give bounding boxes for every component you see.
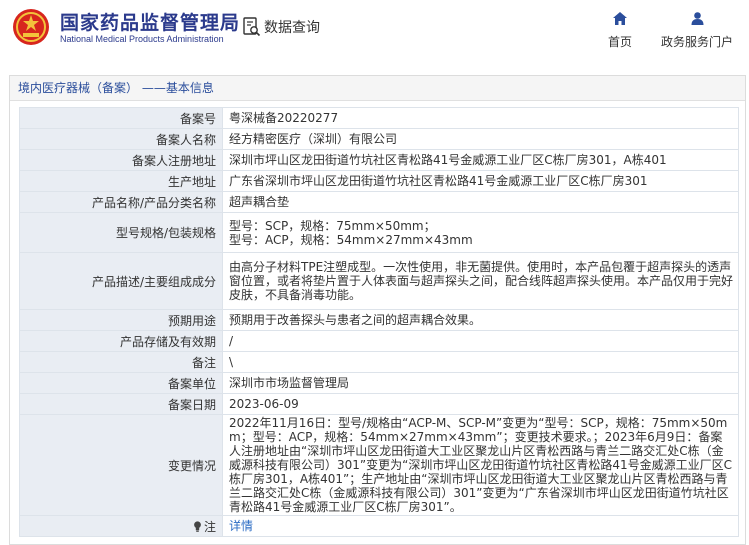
field-label: 备案日期	[19, 393, 223, 415]
table-row: 产品存储及有效期 /	[19, 330, 739, 352]
table-row: 注 详情	[19, 515, 739, 537]
field-value: 深圳市坪山区龙田街道竹坑社区青松路41号金威源工业厂区C栋厂房301，A栋401	[222, 149, 739, 171]
field-value: 经方精密医疗（深圳）有限公司	[222, 128, 739, 150]
field-value: 超声耦合垫	[222, 191, 739, 213]
field-label: 型号规格/包装规格	[19, 212, 223, 253]
data-query-label: 数据查询	[264, 20, 320, 36]
record-detail-panel: 境内医疗器械（备案） ——基本信息 备案号 粤深械备20220277 备案人名称…	[9, 75, 746, 545]
national-emblem-icon	[13, 9, 49, 45]
home-icon	[613, 12, 627, 25]
field-label: 变更情况	[19, 414, 223, 516]
field-label: 生产地址	[19, 170, 223, 192]
field-label: 备注	[19, 351, 223, 373]
field-label: 预期用途	[19, 309, 223, 331]
field-label: 备案单位	[19, 372, 223, 394]
field-value: 由高分子材料TPE注塑成型。一次性使用，非无菌提供。使用时，本产品包覆于超声探头…	[222, 252, 739, 310]
lightbulb-icon	[194, 520, 201, 532]
field-value: 广东省深圳市坪山区龙田街道竹坑社区青松路41号金威源工业厂区C栋厂房301	[222, 170, 739, 192]
table-row: 备案人注册地址 深圳市坪山区龙田街道竹坑社区青松路41号金威源工业厂区C栋厂房3…	[19, 149, 739, 171]
field-label: 备案人注册地址	[19, 149, 223, 171]
table-row: 备案号 粤深械备20220277	[19, 107, 739, 129]
table-row: 产品名称/产品分类名称 超声耦合垫	[19, 191, 739, 213]
field-label: 产品描述/主要组成成分	[19, 252, 223, 310]
nav-home-label: 首页	[607, 35, 632, 49]
field-label: 产品存储及有效期	[19, 330, 223, 352]
search-document-icon	[243, 17, 261, 37]
field-value: /	[222, 330, 739, 352]
field-value: 2023-06-09	[222, 393, 739, 415]
details-cell: 详情	[222, 515, 739, 537]
table-row: 预期用途 预期用于改善探头与患者之间的超声耦合效果。	[19, 309, 739, 331]
table-row: 备案单位 深圳市市场监督管理局	[19, 372, 739, 394]
nav-service-portal-label: 政务服务门户	[660, 35, 733, 49]
table-row: 生产地址 广东省深圳市坪山区龙田街道竹坑社区青松路41号金威源工业厂区C栋厂房3…	[19, 170, 739, 192]
panel-title: 境内医疗器械（备案） ——基本信息	[10, 76, 745, 101]
field-label: 备案号	[19, 107, 223, 129]
data-query-link[interactable]: 数据查询	[243, 16, 320, 38]
table-row: 备注 \	[19, 351, 739, 373]
site-brand-title[interactable]: 国家药品监督管理局	[60, 8, 240, 35]
table-row: 备案人名称 经方精密医疗（深圳）有限公司	[19, 128, 739, 150]
site-brand-subtitle: National Medical Products Administration	[60, 34, 224, 44]
field-label: 产品名称/产品分类名称	[19, 191, 223, 213]
details-link[interactable]: 详情	[229, 519, 253, 533]
field-label: 备案人名称	[19, 128, 223, 150]
field-label: 注	[203, 519, 216, 534]
table-row: 型号规格/包装规格 型号：SCP，规格：75mm×50mm； 型号：ACP，规格…	[19, 212, 739, 253]
field-value: 型号：SCP，规格：75mm×50mm； 型号：ACP，规格：54mm×27mm…	[222, 212, 739, 253]
nav-service-portal[interactable]: 政务服务门户	[656, 12, 738, 50]
table-row: 备案日期 2023-06-09	[19, 393, 739, 415]
field-value: 预期用于改善探头与患者之间的超声耦合效果。	[222, 309, 739, 331]
field-value: 2022年11月16日：型号/规格由“ACP-M、SCP-M”变更为“型号：SC…	[222, 414, 739, 516]
user-icon	[691, 12, 703, 25]
field-value: \	[222, 351, 739, 373]
record-info-table: 备案号 粤深械备20220277 备案人名称 经方精密医疗（深圳）有限公司 备案…	[19, 107, 739, 537]
site-header: 国家药品监督管理局 National Medical Products Admi…	[0, 0, 749, 60]
table-row: 产品描述/主要组成成分 由高分子材料TPE注塑成型。一次性使用，非无菌提供。使用…	[19, 252, 739, 310]
note-label-cell: 注	[19, 515, 223, 537]
table-row: 变更情况 2022年11月16日：型号/规格由“ACP-M、SCP-M”变更为“…	[19, 414, 739, 516]
field-value: 粤深械备20220277	[222, 107, 739, 129]
nav-home[interactable]: 首页	[600, 12, 640, 50]
field-value: 深圳市市场监督管理局	[222, 372, 739, 394]
